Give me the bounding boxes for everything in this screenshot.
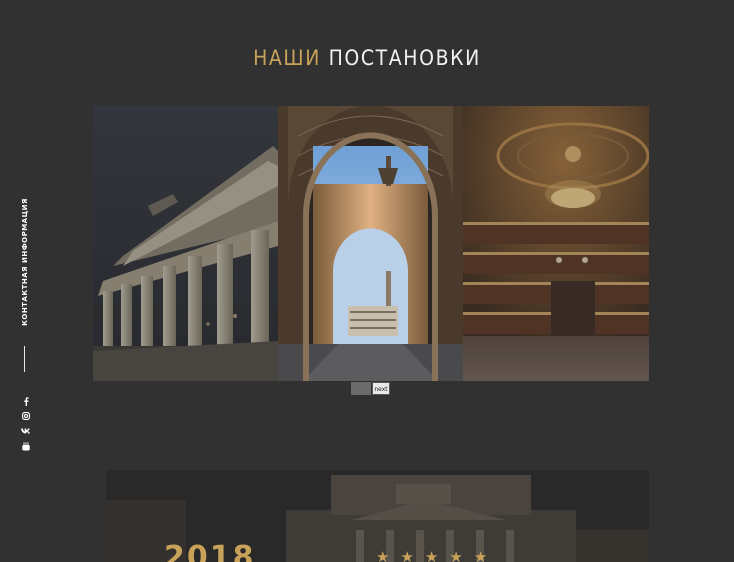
gallery-prev-button[interactable] [351, 382, 371, 395]
star-icon: ★ [473, 548, 488, 562]
gallery-next-button[interactable]: next [372, 382, 390, 395]
section-title-accent: НАШИ [253, 46, 321, 70]
slide-overlay [463, 106, 649, 381]
slide-overlay [93, 106, 278, 381]
feature-banner: 2018 ★ ★ ★ ★ ★ [106, 470, 649, 562]
facebook-icon[interactable] [20, 396, 32, 406]
section-title: НАШИ ПОСТАНОВКИ [0, 46, 734, 70]
slide-theatre-auditorium[interactable] [463, 106, 649, 381]
contact-info-link[interactable]: КОНТАКТНАЯ ИНФОРМАЦИЯ [20, 198, 30, 326]
star-icon: ★ [400, 548, 414, 562]
instagram-icon[interactable] [20, 411, 32, 421]
side-divider [24, 346, 25, 372]
star-icon: ★ [424, 548, 439, 562]
section-title-rest: ПОСТАНОВКИ [328, 46, 481, 70]
slide-bolshoi-theatre[interactable] [93, 106, 278, 381]
vk-icon[interactable] [20, 426, 32, 436]
contact-info-label: КОНТАКТНАЯ ИНФОРМАЦИЯ [21, 198, 29, 326]
youtube-icon[interactable] [20, 441, 32, 451]
productions-gallery [93, 106, 649, 381]
star-icon: ★ [376, 548, 390, 562]
banner-year: 2018 [164, 540, 256, 562]
slide-general-staff-arch[interactable] [278, 106, 463, 381]
star-icon: ★ [449, 548, 463, 562]
rating-stars: ★ ★ ★ ★ ★ [376, 548, 487, 562]
